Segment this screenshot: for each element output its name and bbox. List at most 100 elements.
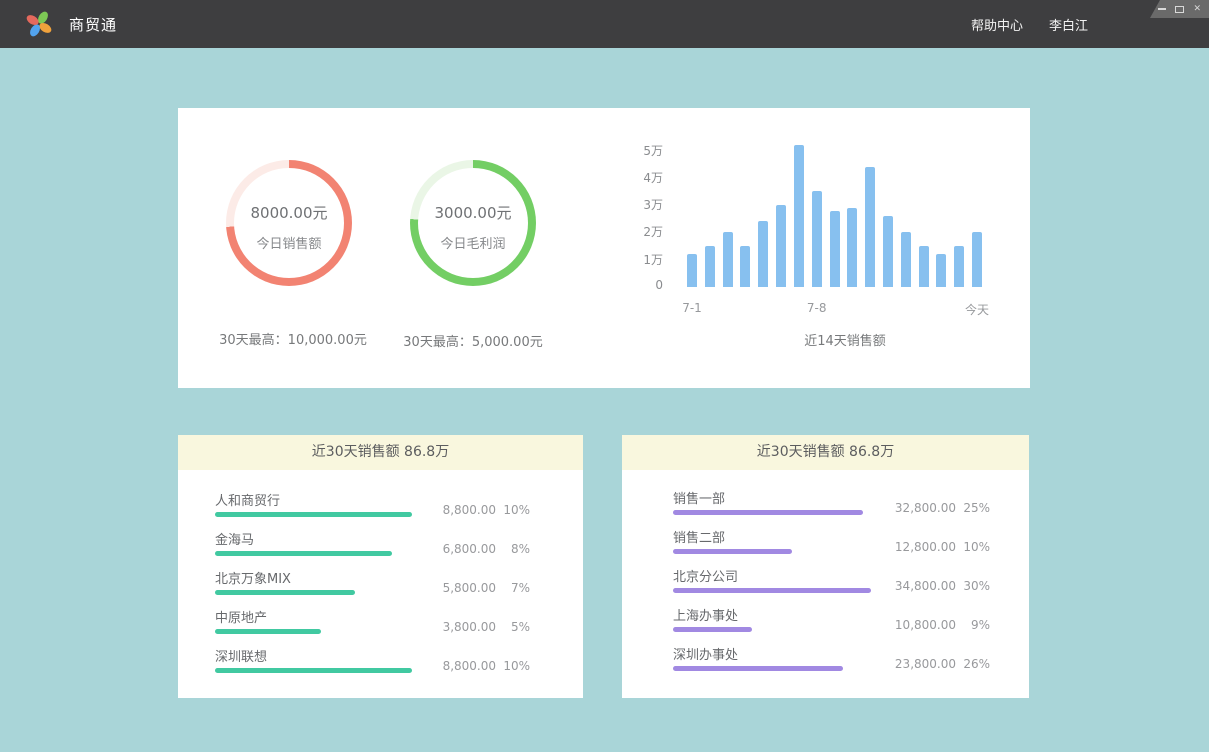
today-sales-30d-max: 30天最高：10,000.00元 — [219, 329, 367, 348]
maximize-icon[interactable] — [1175, 4, 1184, 14]
rank-row-bar — [673, 510, 863, 515]
rank-row-percent: 8% — [496, 542, 530, 556]
app-title: 商贸通 — [69, 14, 117, 35]
rank-row-values: 5,800.007% — [434, 581, 530, 595]
rank-row: 人和商贸行 8,800.0010% — [215, 488, 530, 527]
rank-row-amount: 3,800.00 — [434, 620, 496, 634]
rank-row-amount: 12,800.00 — [894, 540, 956, 554]
rank-row-amount: 5,800.00 — [434, 581, 496, 595]
rank-row-values: 10,800.009% — [894, 618, 990, 632]
sales-bar — [936, 254, 946, 287]
sales-bar — [865, 167, 875, 287]
today-profit-30d-max: 30天最高：5,000.00元 — [403, 331, 542, 350]
help-center-link[interactable]: 帮助中心 — [971, 15, 1023, 34]
rank-row-name: 中原地产 — [215, 607, 267, 626]
rank-row-percent: 10% — [496, 659, 530, 673]
rank-row-values: 3,800.005% — [434, 620, 530, 634]
today-sales-value: 8000.00元 — [250, 202, 327, 223]
sales-bar — [847, 208, 857, 287]
sales-bar — [705, 246, 715, 287]
rank-row: 金海马 6,800.008% — [215, 527, 530, 566]
sales-bar — [883, 216, 893, 287]
sales-bar — [954, 246, 964, 287]
app-logo-pinwheel-icon — [25, 10, 53, 38]
sales-bar — [794, 145, 804, 287]
rank-row-percent: 10% — [496, 503, 530, 517]
rank-row-values: 8,800.0010% — [434, 503, 530, 517]
title-bar: 商贸通 帮助中心 李白江 ✕ — [0, 0, 1209, 48]
y-axis-tick-label: 4万 — [633, 169, 663, 186]
rank-row-bar — [673, 627, 752, 632]
rank-row: 销售二部12,800.0010% — [673, 525, 990, 564]
rank-row-percent: 30% — [956, 579, 990, 593]
rank-row-percent: 26% — [956, 657, 990, 671]
window-controls: ✕ — [1150, 0, 1209, 18]
y-axis-tick-label: 2万 — [633, 223, 663, 240]
rank-row-amount: 8,800.00 — [434, 659, 496, 673]
rank-row-name: 深圳办事处 — [673, 644, 738, 663]
rank-row-bar — [673, 666, 843, 671]
user-menu[interactable]: 李白江 — [1049, 15, 1088, 34]
today-sales-gauge: 8000.00元 今日销售额 — [226, 160, 352, 286]
x-axis-tick-label: 7-8 — [807, 301, 827, 315]
rank-row-values: 32,800.0025% — [894, 501, 990, 515]
today-sales-label: 今日销售额 — [256, 233, 321, 252]
rank-row-name: 销售一部 — [673, 488, 725, 507]
sales-bar — [901, 232, 911, 287]
rank-row-percent: 5% — [496, 620, 530, 634]
rank-row-name: 金海马 — [215, 529, 254, 548]
department-rank-card: 近30天销售额 86.8万 销售一部 32,800.0025% 销售二部12,800… — [622, 435, 1029, 698]
rank-row: 北京万象MIX 5,800.007% — [215, 566, 530, 605]
sales-bar — [723, 232, 733, 287]
close-icon[interactable]: ✕ — [1193, 4, 1201, 14]
rank-row: 上海办事处 10,800.009% — [673, 603, 990, 642]
rank-row-bar — [215, 512, 412, 517]
bar-chart-bars — [687, 138, 982, 287]
rank-row-values: 23,800.0026% — [894, 657, 990, 671]
sales-bar — [830, 211, 840, 287]
rank-row: 中原地产 3,800.005% — [215, 605, 530, 644]
sales-bar — [776, 205, 786, 287]
rank-row-percent: 10% — [956, 540, 990, 554]
y-axis-tick-label: 3万 — [633, 196, 663, 213]
rank-row-amount: 6,800.00 — [434, 542, 496, 556]
rank-row-amount: 8,800.00 — [434, 503, 496, 517]
rank-row: 深圳联想 8,800.0010% — [215, 644, 530, 683]
rank-row-amount: 10,800.00 — [894, 618, 956, 632]
rank-row-bar — [215, 551, 392, 556]
sales-bar — [687, 254, 697, 287]
rank-row: 销售一部 32,800.0025% — [673, 486, 990, 525]
rank-row-values: 8,800.0010% — [434, 659, 530, 673]
rank-row: 深圳办事处 23,800.0026% — [673, 642, 990, 681]
rank-row-name: 北京万象MIX — [215, 568, 291, 587]
rank-row-bar — [673, 549, 792, 554]
rank-row-name: 人和商贸行 — [215, 490, 280, 509]
rank-row-percent: 9% — [956, 618, 990, 632]
minimize-icon[interactable] — [1158, 4, 1166, 14]
customer-rank-list: 人和商贸行8,800.0010%金海马6,800.008%北京万象MIX5,80… — [215, 488, 530, 683]
bar-chart-title: 近14天销售额 — [804, 330, 886, 349]
sales-bar — [972, 232, 982, 287]
rank-row-percent: 25% — [956, 501, 990, 515]
rank-row-bar — [673, 588, 871, 593]
rank-row-name: 上海办事处 — [673, 605, 738, 624]
rank-row-values: 34,800.0030% — [894, 579, 990, 593]
today-profit-gauge: 3000.00元 今日毛利润 — [410, 160, 536, 286]
summary-card: 8000.00元 今日销售额 30天最高：10,000.00元 3000.00元… — [178, 108, 1030, 388]
rank-row-bar — [215, 590, 355, 595]
rank-row-bar — [215, 668, 412, 673]
department-rank-title: 近30天销售额 86.8万 — [622, 435, 1029, 470]
x-axis-tick-label: 7-1 — [682, 301, 702, 315]
rank-row-values: 12,800.0010% — [894, 540, 990, 554]
rank-row-percent: 7% — [496, 581, 530, 595]
rank-row-bar — [215, 629, 321, 634]
y-axis-tick-label: 1万 — [633, 251, 663, 268]
rank-row-amount: 32,800.00 — [894, 501, 956, 515]
sales-14d-bar-chart: 01万2万3万4万5万 7-17-8今天 近14天销售额 — [633, 138, 1013, 348]
customer-rank-card: 近30天销售额 86.8万 人和商贸行8,800.0010%金海马6,800.0… — [178, 435, 583, 698]
rank-row-name: 深圳联想 — [215, 646, 267, 665]
sales-bar — [919, 246, 929, 287]
department-rank-list: 销售一部32,800.0025%销售二部12,800.0010%北京分公司34,… — [673, 486, 990, 681]
sales-bar — [740, 246, 750, 287]
rank-row-amount: 34,800.00 — [894, 579, 956, 593]
